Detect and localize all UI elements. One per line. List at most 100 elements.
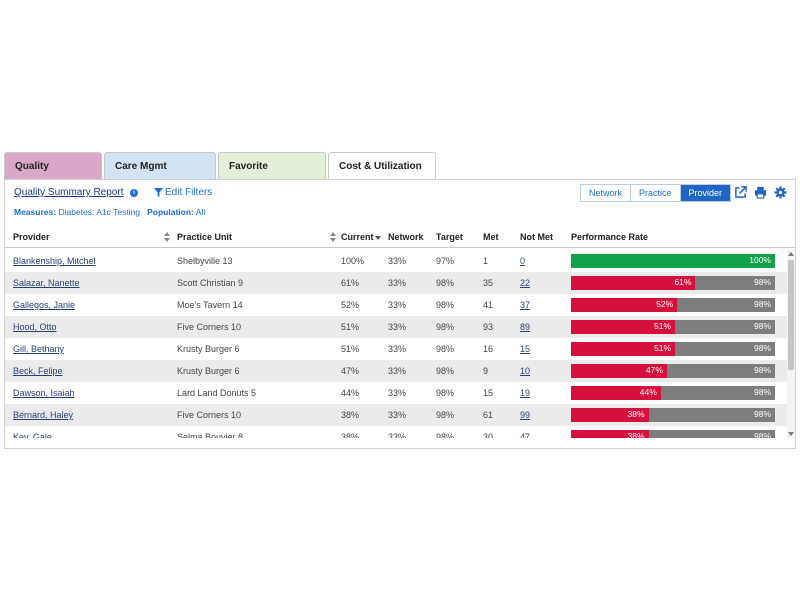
provider-link[interactable]: Bernard, Haley — [13, 410, 73, 420]
current-cell: 38% — [341, 432, 360, 438]
toggle-network[interactable]: Network — [581, 185, 632, 201]
performance-rate-bar: 44% 98% — [571, 386, 775, 400]
network-cell: 33% — [388, 278, 407, 288]
current-rate-fill — [571, 254, 775, 268]
measures-label: Measures: — [14, 207, 57, 217]
provider-link[interactable]: Dawson, Isaiah — [13, 388, 75, 398]
col-current[interactable]: Current — [341, 232, 374, 242]
tab-cost-utilization[interactable]: Cost & Utilization — [328, 152, 436, 181]
not-met-link[interactable]: 89 — [520, 322, 530, 332]
table-row[interactable]: Bernard, Haley Five Corners 10 38% 33% 98% 61… — [5, 404, 787, 426]
target-rate-label: 98% — [753, 409, 771, 419]
view-toggle: Network Practice Provider — [580, 184, 732, 202]
met-cell: 1 — [483, 256, 489, 266]
not-met-link[interactable]: 19 — [520, 388, 530, 398]
provider-link[interactable]: Blankenship, Mitchel — [13, 256, 96, 266]
provider-link[interactable]: Salazar, Nanette — [13, 278, 80, 288]
practice-unit-cell: Five Corners 10 — [177, 322, 242, 332]
performance-rate-bar: 51% 98% — [571, 320, 775, 334]
print-icon[interactable] — [754, 186, 767, 199]
table-header: Provider Practice Unit Current Network T… — [5, 226, 795, 248]
info-icon[interactable]: i — [130, 189, 138, 197]
network-cell: 33% — [388, 388, 407, 398]
not-met-link[interactable]: 47 — [520, 432, 530, 438]
col-performance-rate[interactable]: Performance Rate — [571, 232, 648, 242]
current-rate-label: 44% — [639, 387, 657, 397]
tab-favorite-campaigns[interactable]: Favorite Campaigns — [218, 152, 326, 199]
not-met-link[interactable]: 15 — [520, 344, 530, 354]
toggle-practice[interactable]: Practice — [631, 185, 681, 201]
performance-rate-bar: 47% 98% — [571, 364, 775, 378]
current-cell: 44% — [341, 388, 360, 398]
network-cell: 33% — [388, 432, 407, 438]
tab-care-mgmt-incentive[interactable]: Care Mgmt Incentive — [104, 152, 216, 199]
report-title-link[interactable]: Quality Summary Report — [14, 187, 123, 198]
provider-link[interactable]: Hood, Otto — [13, 322, 57, 332]
target-rate-label: 98% — [753, 299, 771, 309]
current-rate-label: 51% — [654, 321, 672, 331]
population-value: All — [195, 207, 206, 217]
network-cell: 33% — [388, 256, 407, 266]
table-row[interactable]: Beck, Felipe Krusty Burger 6 47% 33% 98% 9 10 4… — [5, 360, 787, 382]
not-met-link[interactable]: 10 — [520, 366, 530, 376]
sort-icon[interactable] — [164, 232, 170, 242]
measures-value: Diabetes: A1c Testing — [58, 207, 141, 217]
table-body[interactable]: Blankenship, Mitchel Shelbyville 13 100% 33… — [5, 250, 787, 438]
col-met[interactable]: Met — [483, 232, 499, 242]
toggle-provider[interactable]: Provider — [680, 185, 731, 201]
current-cell: 100% — [341, 256, 365, 266]
target-cell: 98% — [436, 278, 455, 288]
sort-desc-icon[interactable] — [375, 232, 381, 242]
table-scrollbar[interactable] — [787, 250, 795, 438]
performance-rate-bar: 38% 98% — [571, 430, 775, 438]
practice-unit-cell: Lard Land Donuts 5 — [177, 388, 257, 398]
population-label: Population: — [147, 207, 194, 217]
col-target[interactable]: Target — [436, 232, 463, 242]
not-met-link[interactable]: 22 — [520, 278, 530, 288]
network-cell: 33% — [388, 300, 407, 310]
scroll-thumb[interactable] — [788, 260, 794, 370]
sort-icon[interactable] — [330, 232, 336, 242]
table-row[interactable]: Blankenship, Mitchel Shelbyville 13 100% 33… — [5, 250, 787, 272]
current-rate-label: 47% — [645, 365, 663, 375]
gear-icon[interactable] — [774, 186, 787, 199]
target-cell: 98% — [436, 322, 455, 332]
target-rate-label: 98% — [753, 321, 771, 331]
network-cell: 33% — [388, 366, 407, 376]
provider-link[interactable]: Gallegos, Janie — [13, 300, 75, 310]
col-network[interactable]: Network — [388, 232, 424, 242]
external-link-icon[interactable] — [734, 186, 747, 199]
table-row[interactable]: Dawson, Isaiah Lard Land Donuts 5 44% 33% 98… — [5, 382, 787, 404]
provider-link[interactable]: Gill, Bethany — [13, 344, 64, 354]
practice-unit-cell: Selma Bouvier 8 — [177, 432, 244, 438]
not-met-link[interactable]: 37 — [520, 300, 530, 310]
not-met-link[interactable]: 0 — [520, 256, 525, 266]
met-cell: 41 — [483, 300, 494, 310]
network-cell: 33% — [388, 410, 407, 420]
met-cell: 30 — [483, 432, 494, 438]
scroll-down-arrow[interactable] — [788, 432, 794, 436]
provider-link[interactable]: Key, Gale — [13, 432, 52, 438]
provider-link[interactable]: Beck, Felipe — [13, 366, 63, 376]
edit-filters-button[interactable]: Edit Filters — [154, 187, 212, 198]
tab-quality-summary[interactable]: Quality Summary — [4, 152, 102, 199]
col-practice-unit[interactable]: Practice Unit — [177, 232, 232, 242]
table-row[interactable]: Salazar, Nanette Scott Christian 9 61% 33% 9… — [5, 272, 787, 294]
current-rate-label: 38% — [627, 431, 645, 438]
target-cell: 98% — [436, 410, 455, 420]
tab-bar: Quality Summary Care Mgmt Incentive Favo… — [4, 152, 438, 199]
current-rate-label: 52% — [656, 299, 674, 309]
not-met-link[interactable]: 99 — [520, 410, 530, 420]
table-row[interactable]: Key, Gale Selma Bouvier 8 38% 33% 98% 30 47 38%… — [5, 426, 787, 438]
col-not-met[interactable]: Not Met — [520, 232, 553, 242]
table-row[interactable]: Gill, Bethany Krusty Burger 6 51% 33% 98% 16 1… — [5, 338, 787, 360]
current-cell: 47% — [341, 366, 360, 376]
col-provider[interactable]: Provider — [13, 232, 50, 242]
met-cell: 35 — [483, 278, 494, 288]
measures-line: Measures: Diabetes: A1c Testing Populati… — [14, 207, 205, 217]
practice-unit-cell: Krusty Burger 6 — [177, 344, 240, 354]
target-cell: 97% — [436, 256, 455, 266]
table-row[interactable]: Hood, Otto Five Corners 10 51% 33% 98% 93 89 51… — [5, 316, 787, 338]
scroll-up-arrow[interactable] — [788, 252, 794, 256]
table-row[interactable]: Gallegos, Janie Moe's Tavern 14 52% 33% 98% 4… — [5, 294, 787, 316]
